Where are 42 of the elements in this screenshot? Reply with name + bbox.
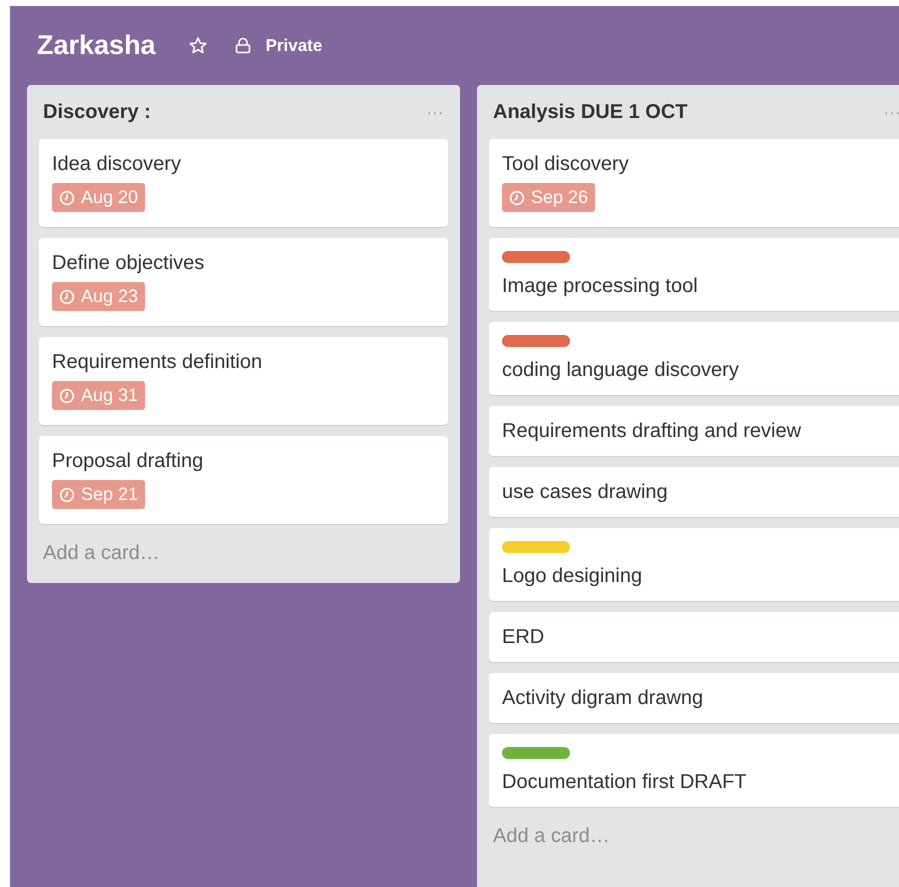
due-date-badge: Sep 26 (502, 183, 596, 212)
list-title[interactable]: Analysis DUE 1 OCT (493, 100, 688, 124)
task-card[interactable]: Activity digram drawng (489, 673, 899, 723)
board-title[interactable]: Zarkasha (37, 30, 156, 61)
card-title: Define objectives (52, 251, 204, 276)
due-date-badge: Sep 21 (52, 480, 146, 509)
star-icon[interactable] (188, 36, 208, 56)
due-date-badge: Aug 23 (52, 282, 146, 311)
card-title: Image processing tool (502, 274, 698, 299)
task-card[interactable]: Proposal drafting Sep 21 (39, 436, 448, 524)
lock-icon (234, 36, 252, 54)
task-card[interactable]: Idea discovery Aug 20 (39, 139, 448, 227)
due-date-badge: Aug 31 (52, 381, 146, 410)
clock-icon (59, 288, 75, 304)
card-title: Activity digram drawng (502, 686, 704, 711)
task-card[interactable]: Tool discovery Sep 26 (489, 139, 899, 227)
clock-icon (59, 190, 75, 206)
task-card[interactable]: Logo desigining (489, 528, 899, 601)
list-title[interactable]: Discovery : (43, 100, 151, 124)
task-card[interactable]: Requirements definition Aug 31 (39, 337, 448, 425)
visibility-label[interactable]: Private (266, 36, 322, 56)
clock-icon (59, 486, 75, 502)
card-title: ERD (502, 625, 544, 650)
task-card[interactable]: ERD (489, 612, 899, 662)
task-card[interactable]: use cases drawing (489, 467, 899, 517)
task-card[interactable]: Requirements drafting and review (489, 406, 899, 456)
clock-icon (509, 190, 525, 206)
task-card[interactable]: coding language discovery (489, 322, 899, 395)
task-card[interactable]: Define objectives Aug 23 (39, 238, 448, 326)
card-title: Logo desigining (502, 564, 642, 589)
task-card[interactable]: Image processing tool (489, 238, 899, 311)
clock-icon (59, 388, 75, 404)
card-title: Documentation first DRAFT (502, 770, 747, 795)
due-date-badge: Aug 20 (52, 183, 146, 212)
task-card[interactable]: Documentation first DRAFT (489, 734, 899, 807)
card-title: Requirements definition (52, 350, 262, 375)
card-title: coding language discovery (502, 358, 739, 383)
card-title: Requirements drafting and review (502, 419, 802, 444)
card-title: Idea discovery (52, 152, 181, 177)
card-title: Tool discovery (502, 152, 629, 177)
card-title: Proposal drafting (52, 449, 204, 474)
card-title: use cases drawing (502, 480, 668, 505)
